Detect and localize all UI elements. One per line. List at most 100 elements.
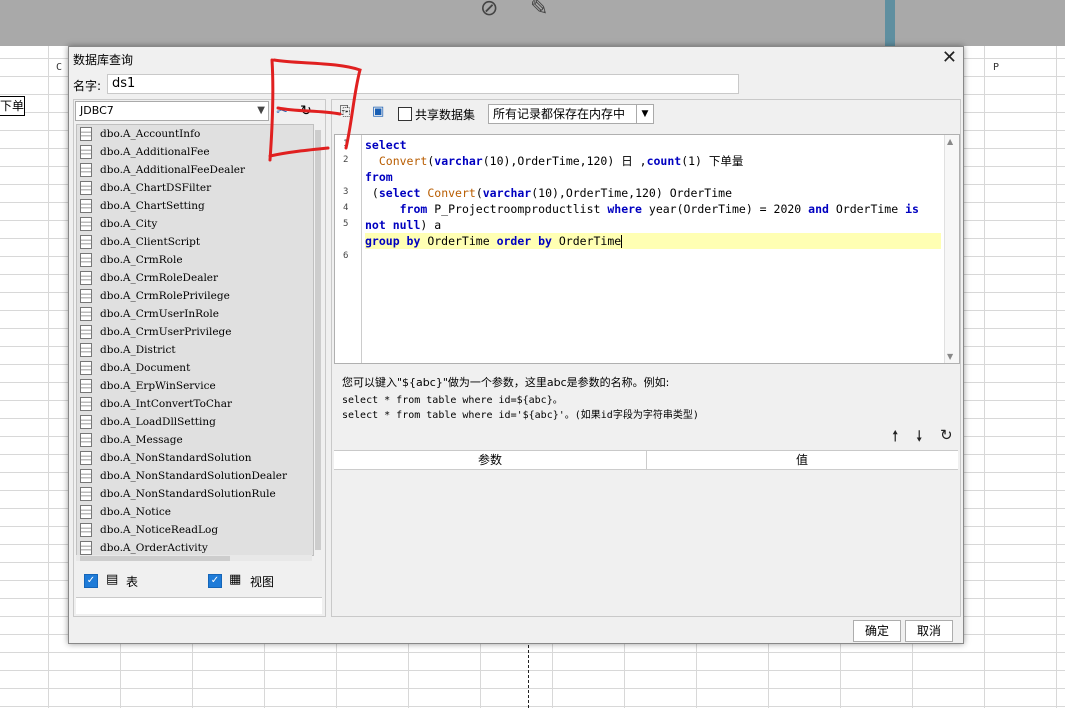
table-list-item[interactable]: dbo.A_NonStandardSolution [77,449,313,467]
table-name: dbo.A_ChartDSFilter [100,182,212,194]
table-list-scrollbar[interactable] [314,124,322,554]
sql-line-current: group by OrderTime order by OrderTime [365,233,941,249]
column-header-c: C [56,62,63,73]
table-list-hscrollbar[interactable] [76,555,312,561]
table-name: dbo.A_City [100,218,158,230]
table-list-item[interactable]: dbo.A_CrmRole [77,251,313,269]
move-down-icon[interactable]: 🠗 [916,426,922,451]
table-icon [80,505,92,519]
share-dataset-label: 共享数据集 [415,108,476,122]
sheet-cell[interactable]: 下单 [0,96,25,116]
table-list-item[interactable]: dbo.A_ClientScript [77,233,313,251]
table-name: dbo.A_AdditionalFee [100,146,210,158]
table-list-item[interactable]: dbo.A_AdditionalFeeDealer [77,161,313,179]
dialog-title: 数据库查询 [73,53,134,67]
eye-off-icon: ⊘ [480,0,499,21]
line-number: 5 [343,219,349,229]
refresh-params-icon[interactable]: ↻ [940,426,953,444]
line-number: 6 [343,251,349,261]
table-list-item[interactable]: dbo.A_AccountInfo [77,125,313,143]
parameter-table: 参数 值 [334,450,958,615]
table-name: dbo.A_CrmUserPrivilege [100,326,232,338]
edit-connection-icon[interactable]: ✂ [272,101,292,121]
connection-select[interactable]: JDBC7 ▼ [75,101,269,121]
table-list-item[interactable]: dbo.A_Document [77,359,313,377]
line-number: 4 [343,203,349,213]
table-name: dbo.A_NonStandardSolution [100,452,252,464]
sql-line: from P_Projectroomproductlist where year… [399,202,919,216]
ok-button[interactable]: 确定 [853,620,901,642]
scrollbar-thumb[interactable] [80,556,230,561]
table-list-item[interactable]: dbo.A_NonStandardSolutionDealer [77,467,313,485]
table-list-item[interactable]: dbo.A_IntConvertToChar [77,395,313,413]
table-name: dbo.A_NoticeReadLog [100,524,219,536]
table-list-item[interactable]: dbo.A_Message [77,431,313,449]
chevron-up-icon[interactable]: ▲ [947,137,953,146]
table-list-item[interactable]: dbo.A_NonStandardSolutionRule [77,485,313,503]
move-up-icon[interactable]: 🠕 [892,426,898,451]
table-list-item[interactable]: dbo.A_City [77,215,313,233]
show-tables-label: 表 [126,575,139,589]
table-list-item[interactable]: dbo.A_OrderActivity [77,539,313,555]
table-name: dbo.A_IntConvertToChar [100,398,232,410]
table-list-item[interactable]: dbo.A_Notice [77,503,313,521]
editor-scrollbar[interactable]: ▲ ▼ [944,135,959,363]
table-list-item[interactable]: dbo.A_CrmRoleDealer [77,269,313,287]
table-list-item[interactable]: dbo.A_ErpWinService [77,377,313,395]
close-icon[interactable]: ✕ [942,47,957,68]
table-icon [80,451,92,465]
table-list-item[interactable]: dbo.A_CrmRolePrivilege [77,287,313,305]
param-value-column: 值 [795,453,808,467]
page-break-line [528,640,529,708]
table-name: dbo.A_CrmUserInRole [100,308,219,320]
view-icon: ▦ [229,572,242,587]
table-list-item[interactable]: dbo.A_NoticeReadLog [77,521,313,539]
line-number: 2 [343,155,349,165]
show-tables-checkbox[interactable]: ✓ [84,574,98,588]
table-list-item[interactable]: dbo.A_CrmUserPrivilege [77,323,313,341]
show-views-checkbox[interactable]: ✓ [208,574,222,588]
share-dataset-checkbox[interactable] [398,107,412,121]
table-list-item[interactable]: dbo.A_ChartDSFilter [77,179,313,197]
table-name: dbo.A_Document [100,362,191,374]
sql-line: (select Convert(varchar(10),OrderTime,12… [365,186,733,200]
table-name: dbo.A_CrmRoleDealer [100,272,219,284]
dataset-name-input[interactable]: ds1 [107,74,739,94]
table-icon [80,253,92,267]
table-icon [80,235,92,249]
line-number: 1 [343,139,349,149]
table-list-item[interactable]: dbo.A_LoadDllSetting [77,413,313,431]
table-filter-input[interactable] [76,597,322,614]
scrollbar-thumb[interactable] [315,130,321,550]
table-name: dbo.A_Message [100,434,183,446]
cache-mode-value: 所有记录都保存在内存中 [493,107,626,121]
table-icon [80,433,92,447]
chevron-down-icon[interactable]: ▼ [947,352,953,361]
table-list-item[interactable]: dbo.A_District [77,341,313,359]
sql-editor[interactable]: 1 2 3 4 5 6 select Convert(varchar(10),O… [334,134,960,364]
line-number: 3 [343,187,349,197]
table-list-item[interactable]: dbo.A_AdditionalFee [77,143,313,161]
save-icon[interactable]: ▣ [372,104,384,119]
table-icon [80,307,92,321]
sql-line: not null) a [365,218,442,232]
table-list-item[interactable]: dbo.A_CrmUserInRole [77,305,313,323]
table-name: dbo.A_CrmRole [100,254,183,266]
sql-code: select Convert(varchar(10),OrderTime,120… [365,137,941,249]
table-browser-panel: JDBC7 ▼ ✂ ↻ dbo.A_AccountInfo dbo.A_Addit… [73,99,326,617]
table-icon [80,163,92,177]
cancel-button[interactable]: 取消 [905,620,953,642]
table-list-item[interactable]: dbo.A_ChartSetting [77,197,313,215]
cache-mode-select[interactable]: 所有记录都保存在内存中 ▼ [488,104,654,124]
refresh-icon[interactable]: ↻ [296,101,316,121]
table-icon [80,217,92,231]
preview-icon[interactable]: ⎘ [340,104,350,119]
table-icon: ▤ [106,572,119,587]
param-hint-example2: select * from table where id='${abc}'。(如… [342,410,699,421]
parameter-table-header: 参数 值 [334,451,958,470]
table-name: dbo.A_OrderActivity [100,542,208,554]
chevron-down-icon: ▼ [257,105,265,116]
param-hint-text: 您可以键入"${abc}"做为一个参数，这里abc是参数的名称。例如: [342,376,670,389]
table-name: dbo.A_NonStandardSolutionRule [100,488,276,500]
table-icon [80,127,92,141]
